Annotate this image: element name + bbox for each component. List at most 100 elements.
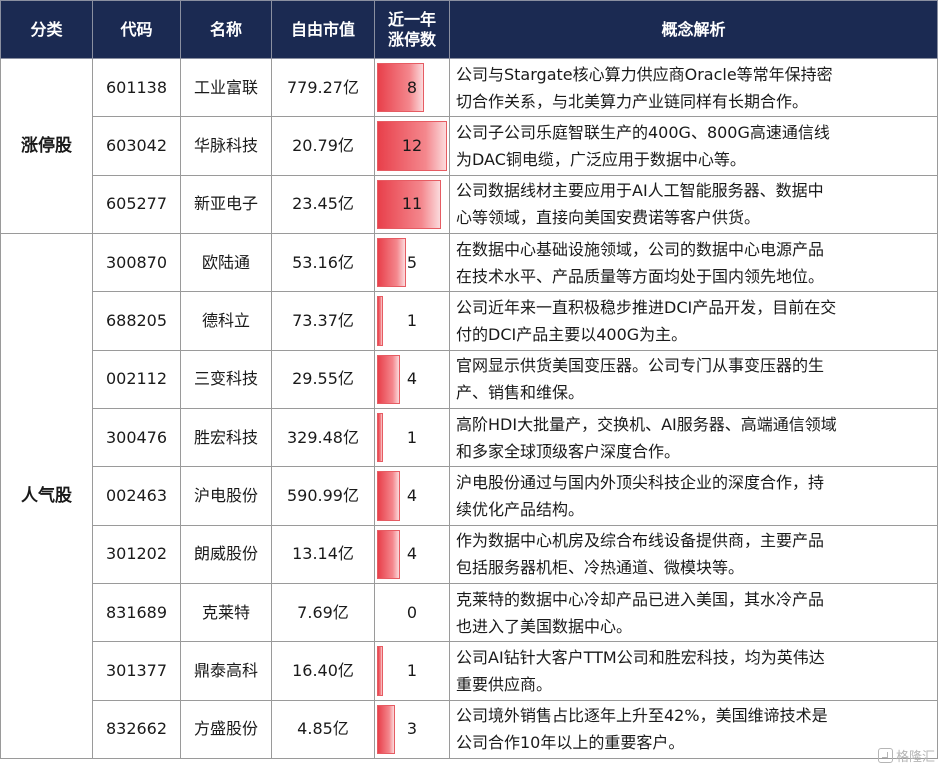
- limit-up-data-bar: [377, 412, 383, 463]
- stock-code: 002463: [92, 466, 181, 526]
- concept-line-1: 公司AI钻针大客户TTM公司和胜宏科技，均为英伟达: [456, 647, 825, 667]
- concept-line-2: 包括服务器机柜、冷热通道、微模块等。: [456, 558, 745, 578]
- concept-description: 公司境外销售占比逐年上升至42%，美国维谛技术是 公司合作10年以上的重要客户。: [449, 699, 938, 760]
- stock-name: 克莱特: [180, 582, 272, 643]
- concept-description: 官网显示供货美国变压器。公司专门从事变压器的生 产、销售和维保。: [449, 349, 938, 409]
- float-market-cap: 7.69亿: [271, 582, 375, 643]
- limit-up-count: 4: [406, 485, 418, 505]
- header-float-cap: 自由市值: [271, 0, 375, 59]
- header-category: 分类: [0, 0, 93, 59]
- limit-up-cell: 12: [374, 116, 450, 176]
- watermark-logo-icon: [877, 748, 893, 763]
- limit-up-data-bar: [377, 646, 383, 696]
- limit-up-cell: 1: [374, 407, 450, 468]
- table-row: 301377 鼎泰高科 16.40亿 1 公司AI钻针大客户TTM公司和胜宏科技，均为英…: [1, 641, 938, 701]
- concept-line-1: 沪电股份通过与国内外顶尖科技企业的深度合作，持: [456, 472, 825, 492]
- limit-up-count: 0: [406, 602, 418, 622]
- stock-name: 欧陆通: [180, 232, 272, 293]
- header-code: 代码: [92, 0, 181, 59]
- limit-up-cell: 11: [374, 174, 450, 234]
- limit-up-count: 4: [406, 544, 418, 564]
- concept-description: 作为数据中心机房及综合布线设备提供商，主要产品 包括服务器机柜、冷热通道、微模块等…: [449, 524, 938, 584]
- concept-line-2: 和多家全球顶级客户深度合作。: [456, 441, 681, 461]
- limit-up-count: 11: [401, 194, 423, 214]
- limit-up-data-bar: [377, 471, 401, 521]
- table-row: 人气股 300870 欧陆通 53.16亿 5 在数据中心基础设施领域，公司的数据中心电源…: [0, 232, 938, 760]
- stock-name: 华脉科技: [180, 116, 272, 176]
- limit-up-data-bar: [377, 529, 401, 579]
- concept-line-2: 产、销售和维保。: [456, 383, 585, 403]
- limit-up-cell: 1: [374, 641, 450, 701]
- concept-line-1: 公司数据线材主要应用于AI人工智能服务器、数据中: [456, 181, 824, 201]
- header-concept: 概念解析: [449, 0, 938, 59]
- stock-name: 三变科技: [180, 349, 272, 409]
- watermark-text: 格隆汇: [895, 750, 935, 765]
- float-market-cap: 29.55亿: [271, 349, 375, 409]
- concept-line-2: 在技术水平、产品质量等方面均处于国内领先地位。: [456, 266, 825, 286]
- concept-description: 公司数据线材主要应用于AI人工智能服务器、数据中 心等领域，直接向美国安费诺等客户…: [449, 174, 938, 234]
- concept-line-1: 公司与Stargate核心算力供应商Oracle等常年保持密: [456, 64, 833, 84]
- float-market-cap: 590.99亿: [271, 466, 375, 526]
- stock-code: 301202: [92, 524, 181, 584]
- concept-line-1: 官网显示供货美国变压器。公司专门从事变压器的生: [456, 356, 825, 376]
- limit-up-cell: 0: [374, 582, 450, 643]
- table-row: 002112 三变科技 29.55亿 4 官网显示供货美国变压器。公司专门从事变压器的生…: [1, 349, 938, 409]
- header-limit-up: 近一年 涨停数: [374, 0, 450, 59]
- concept-line-2: 续优化产品结构。: [456, 499, 585, 519]
- concept-description: 公司近年来一直积极稳步推进DCI产品开发，目前在交 付的DCI产品主要以400G为…: [449, 291, 938, 351]
- limit-up-cell: 4: [374, 349, 450, 409]
- limit-up-cell: 5: [374, 232, 450, 293]
- stock-code: 688205: [92, 291, 181, 351]
- table-row: 605277 新亚电子 23.45亿 11 公司数据线材主要应用于AI人工智能服务器、数…: [1, 174, 938, 234]
- stock-code: 300870: [92, 232, 181, 293]
- table-row: 832662 方盛股份 4.85亿 3 公司境外销售占比逐年上升至42%，美国维谛技术是…: [1, 699, 938, 760]
- concept-description: 沪电股份通过与国内外顶尖科技企业的深度合作，持 续优化产品结构。: [449, 466, 938, 526]
- stock-code: 301377: [92, 641, 181, 701]
- limit-up-count: 12: [401, 135, 423, 155]
- table-body: 涨停股 601138 工业富联 779.27亿 8 公司与Stargate核心算力供应商O…: [0, 57, 938, 760]
- concept-description: 克莱特的数据中心冷却产品已进入美国，其水冷产品 也进入了美国数据中心。: [449, 582, 938, 643]
- stock-code: 605277: [92, 174, 181, 234]
- concept-line-1: 高阶HDI大批量产，交换机、AI服务器、高端通信领域: [456, 414, 837, 434]
- concept-line-2: 付的DCI产品主要以400G为主。: [456, 324, 688, 344]
- stock-name: 胜宏科技: [180, 407, 272, 468]
- stock-name: 沪电股份: [180, 466, 272, 526]
- limit-up-cell: 4: [374, 466, 450, 526]
- concept-line-2: 重要供应商。: [456, 674, 553, 694]
- stock-name: 德科立: [180, 291, 272, 351]
- float-market-cap: 779.27亿: [271, 57, 375, 118]
- stock-table-page: 分类 代码 名称 自由市值 近一年 涨停数 概念解析 涨停股 601138 工业富联…: [0, 0, 941, 766]
- stock-table: 分类 代码 名称 自由市值 近一年 涨停数 概念解析 涨停股 601138 工业富联…: [0, 0, 938, 760]
- stock-code: 832662: [92, 699, 181, 760]
- header-name: 名称: [180, 0, 272, 59]
- limit-up-count: 1: [406, 427, 418, 447]
- float-market-cap: 16.40亿: [271, 641, 375, 701]
- stock-code: 002112: [92, 349, 181, 409]
- limit-up-cell: 3: [374, 699, 450, 760]
- limit-up-data-bar: [377, 237, 407, 288]
- table-row: 002463 沪电股份 590.99亿 4 沪电股份通过与国内外顶尖科技企业的深度合作，…: [1, 466, 938, 526]
- category-label: 涨停股: [0, 58, 93, 234]
- float-market-cap: 4.85亿: [271, 699, 375, 760]
- stock-name: 朗威股份: [180, 524, 272, 584]
- float-market-cap: 13.14亿: [271, 524, 375, 584]
- limit-up-cell: 4: [374, 524, 450, 584]
- table-row: 301202 朗威股份 13.14亿 4 作为数据中心机房及综合布线设备提供商，主要产品…: [1, 524, 938, 584]
- stock-code: 603042: [92, 116, 181, 176]
- limit-up-data-bar: [377, 354, 401, 404]
- concept-line-2: 心等领域，直接向美国安费诺等客户供货。: [456, 208, 761, 228]
- concept-line-2: 公司合作10年以上的重要客户。: [456, 733, 685, 753]
- limit-up-count: 1: [406, 660, 418, 680]
- limit-up-count: 3: [406, 719, 418, 739]
- limit-up-data-bar: [377, 296, 383, 346]
- concept-line-1: 作为数据中心机房及综合布线设备提供商，主要产品: [456, 531, 825, 551]
- table-row: 831689 克莱特 7.69亿 0 克莱特的数据中心冷却产品已进入美国，其水冷产品 也进…: [1, 582, 938, 643]
- limit-up-data-bar: [377, 704, 395, 754]
- float-market-cap: 329.48亿: [271, 407, 375, 468]
- float-market-cap: 20.79亿: [271, 116, 375, 176]
- concept-description: 在数据中心基础设施领域，公司的数据中心电源产品 在技术水平、产品质量等方面均处于国…: [449, 232, 938, 293]
- concept-line-2: 切合作关系，与北美算力产业链同样有长期合作。: [456, 91, 809, 111]
- stock-code: 300476: [92, 407, 181, 468]
- header-row: 分类 代码 名称 自由市值 近一年 涨停数 概念解析: [0, 0, 938, 59]
- stock-code: 601138: [92, 57, 181, 118]
